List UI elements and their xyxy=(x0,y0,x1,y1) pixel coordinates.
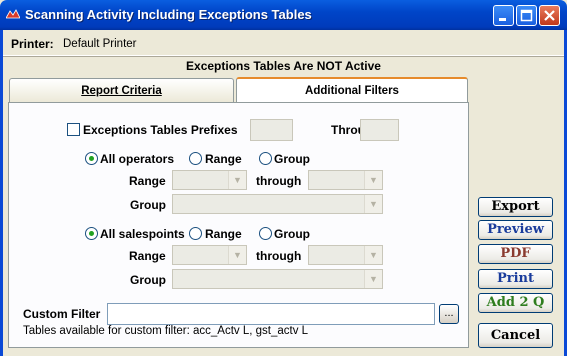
window-title: Scanning Activity Including Exceptions T… xyxy=(25,7,312,22)
prefix-to-field[interactable] xyxy=(360,119,399,141)
close-button[interactable] xyxy=(539,5,560,26)
chevron-down-icon: ▼ xyxy=(364,171,382,189)
custom-filter-tables-note: Tables available for custom filter: acc_… xyxy=(23,325,309,337)
export-button[interactable]: Export xyxy=(478,197,553,217)
salespoints-through-label: through xyxy=(256,249,302,263)
tab-additional-filters[interactable]: Additional Filters xyxy=(236,77,468,102)
chevron-down-icon: ▼ xyxy=(228,171,246,189)
printer-value: Default Printer xyxy=(63,38,137,50)
salespoints-range-from-select[interactable]: ▼ xyxy=(172,245,247,265)
preview-button[interactable]: Preview xyxy=(478,220,553,240)
operators-group-radio[interactable] xyxy=(259,152,272,165)
title-bar: Scanning Activity Including Exceptions T… xyxy=(0,0,567,30)
all-salespoints-label: All salespoints xyxy=(100,227,185,241)
all-salespoints-radio[interactable] xyxy=(85,227,98,240)
chevron-down-icon: ▼ xyxy=(364,246,382,264)
cancel-button[interactable]: Cancel xyxy=(478,323,553,348)
printer-label: Printer: xyxy=(11,37,54,51)
custom-filter-input[interactable] xyxy=(107,303,435,325)
tab-additional-filters-label: Additional Filters xyxy=(305,85,399,97)
salespoints-group-label: Group xyxy=(130,273,166,287)
print-button[interactable]: Print xyxy=(478,269,553,289)
operators-range-radio[interactable] xyxy=(189,152,202,165)
operators-range-from-select[interactable]: ▼ xyxy=(172,170,247,190)
operators-group-option-label: Group xyxy=(274,152,310,166)
tab-report-criteria[interactable]: Report Criteria xyxy=(9,78,234,102)
operators-group-label: Group xyxy=(130,198,166,212)
prefix-from-field[interactable] xyxy=(250,119,293,141)
all-operators-label: All operators xyxy=(100,152,175,166)
all-operators-radio[interactable] xyxy=(85,152,98,165)
app-icon xyxy=(6,9,20,19)
additional-filters-panel: Exceptions Tables Prefixes Through All o… xyxy=(8,102,469,348)
custom-filter-label: Custom Filter xyxy=(23,307,101,321)
exceptions-status: Exceptions Tables Are NOT Active xyxy=(186,59,381,73)
salespoints-group-option-label: Group xyxy=(274,227,310,241)
add-to-queue-button[interactable]: Add 2 Q xyxy=(478,293,553,313)
maximize-icon xyxy=(520,9,533,22)
exceptions-prefixes-label: Exceptions Tables Prefixes xyxy=(83,123,238,137)
operators-through-label: through xyxy=(256,174,302,188)
printer-row: Printer: Default Printer xyxy=(3,31,564,56)
maximize-button[interactable] xyxy=(516,5,537,26)
exceptions-prefixes-checkbox[interactable] xyxy=(67,123,80,136)
chevron-down-icon: ▼ xyxy=(228,246,246,264)
chevron-down-icon: ▼ xyxy=(364,195,382,213)
minimize-button[interactable] xyxy=(493,5,514,26)
salespoints-range-radio[interactable] xyxy=(189,227,202,240)
close-icon xyxy=(544,10,555,21)
minimize-icon xyxy=(499,18,506,21)
operators-range-label: Range xyxy=(129,174,166,188)
salespoints-group-select[interactable]: ▼ xyxy=(172,269,383,289)
operators-group-select[interactable]: ▼ xyxy=(172,194,383,214)
salespoints-range-to-select[interactable]: ▼ xyxy=(308,245,383,265)
salespoints-range-label: Range xyxy=(129,249,166,263)
salespoints-range-option-label: Range xyxy=(205,227,242,241)
tab-report-criteria-label: Report Criteria xyxy=(81,85,162,97)
pdf-button[interactable]: PDF xyxy=(478,244,553,264)
operators-range-option-label: Range xyxy=(205,152,242,166)
operators-range-to-select[interactable]: ▼ xyxy=(308,170,383,190)
salespoints-group-radio[interactable] xyxy=(259,227,272,240)
custom-filter-browse-button[interactable]: ... xyxy=(439,304,459,324)
chevron-down-icon: ▼ xyxy=(364,270,382,288)
